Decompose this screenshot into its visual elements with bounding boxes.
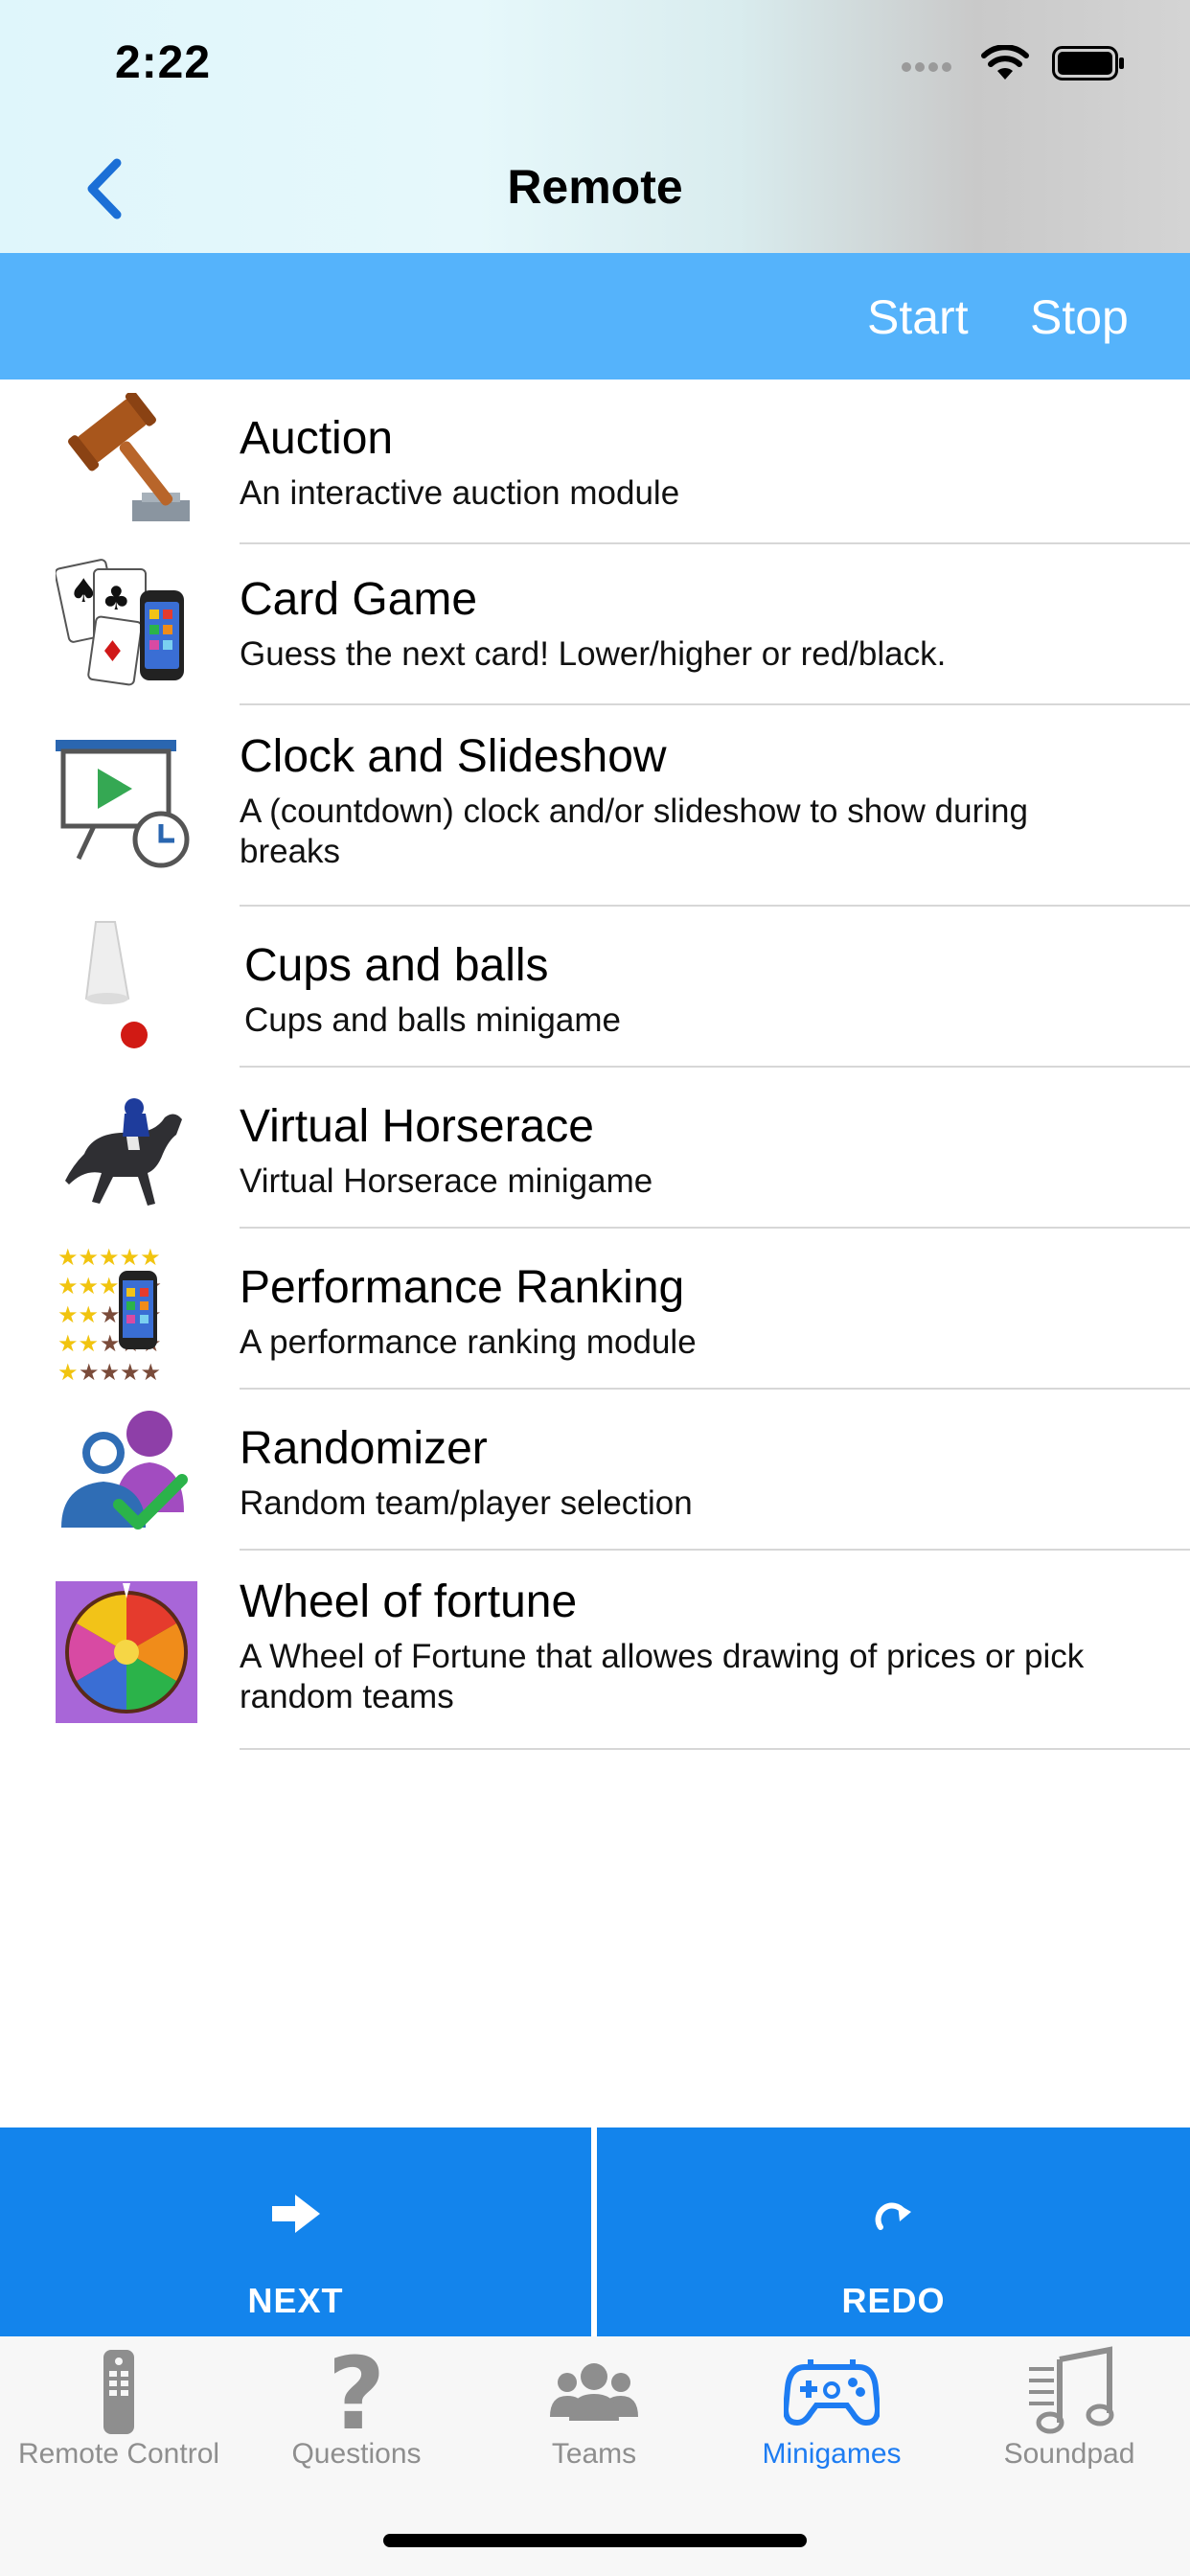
svg-text:★★★★: ★★★★	[79, 1359, 161, 1384]
item-title: Virtual Horserace	[240, 1101, 594, 1152]
cup-ball-icon	[84, 921, 148, 1048]
star-rating-icon: ★★★★★ ★★★★★ ★★★★★ ★★★★★ ★★★★★	[57, 1244, 162, 1384]
item-subtitle: Random team/player selection	[240, 1484, 693, 1522]
home-indicator	[383, 2534, 807, 2547]
row-divider	[240, 1748, 1190, 1750]
list-item-horserace[interactable]: Virtual Horserace Virtual Horserace mini…	[0, 1068, 1190, 1229]
wifi-icon	[981, 45, 1029, 80]
tab-soundpad[interactable]: Soundpad	[950, 2336, 1188, 2499]
item-subtitle: A (countdown) clock and/or slideshow to …	[240, 793, 1028, 870]
status-time: 2:22	[115, 37, 212, 88]
item-subtitle: Cups and balls minigame	[244, 1001, 621, 1039]
list-item-wheel-of-fortune[interactable]: Wheel of fortune A Wheel of Fortune that…	[0, 1551, 1190, 1752]
list-item-randomizer[interactable]: Randomizer Random team/player selection	[0, 1390, 1190, 1551]
navigation-header: 2:22 Remote	[0, 0, 1190, 253]
list-item-card-game[interactable]: ♠ ♣ ♦ Card Game Guess the next card! Low…	[0, 544, 1190, 705]
tab-label: Soundpad	[1003, 2438, 1135, 2470]
tab-teams[interactable]: Teams	[475, 2336, 713, 2499]
svg-text:★★★: ★★★	[57, 1273, 120, 1300]
svg-text:★★: ★★	[57, 1330, 99, 1357]
arrow-right-icon	[272, 2195, 320, 2233]
svg-text:♦: ♦	[100, 635, 126, 669]
tab-minigames[interactable]: Minigames	[713, 2336, 950, 2499]
remote-icon	[103, 2350, 134, 2434]
svg-text:★★★★★: ★★★★★	[57, 1244, 161, 1271]
tab-remote-control[interactable]: Remote Control	[0, 2336, 238, 2499]
svg-text:★★: ★★	[57, 1301, 99, 1328]
action-bar: NEXT REDO	[0, 2128, 1190, 2336]
svg-text:?: ?	[328, 2346, 385, 2436]
item-subtitle: An interactive auction module	[240, 474, 680, 512]
item-title: Auction	[240, 413, 394, 464]
remote-toolbar: Start Stop	[0, 253, 1190, 380]
list-item-auction[interactable]: Auction An interactive auction module	[0, 380, 1190, 544]
music-note-icon	[1029, 2346, 1114, 2434]
svg-text:♣: ♣	[102, 580, 130, 618]
item-subtitle: Virtual Horserace minigame	[240, 1162, 653, 1200]
gamepad-icon	[784, 2359, 880, 2426]
playing-cards-icon: ♠ ♣ ♦	[56, 559, 184, 686]
redo-button[interactable]: REDO	[597, 2128, 1190, 2336]
team-icon	[550, 2363, 638, 2421]
question-mark-icon: ?	[328, 2346, 385, 2436]
item-title: Performance Ranking	[240, 1262, 685, 1313]
list-item-cups-balls[interactable]: Cups and balls Cups and balls minigame	[0, 907, 1190, 1068]
redo-icon	[875, 2202, 911, 2230]
tab-label: Minigames	[762, 2438, 902, 2470]
stop-button[interactable]: Stop	[1030, 289, 1129, 345]
item-title: Randomizer	[240, 1423, 488, 1474]
cellular-signal-icon	[902, 62, 951, 72]
next-label: NEXT	[247, 2281, 344, 2320]
next-button[interactable]: NEXT	[0, 2128, 591, 2336]
item-title: Wheel of fortune	[240, 1576, 578, 1627]
tab-label: Teams	[551, 2438, 637, 2470]
status-icons	[901, 42, 1125, 84]
page-title: Remote	[507, 160, 683, 214]
list-item-clock-slideshow[interactable]: Clock and Slideshow A (countdown) clock …	[0, 705, 1190, 907]
presentation-clock-icon	[56, 740, 190, 868]
fortune-wheel-icon	[56, 1581, 197, 1723]
svg-text:★: ★	[57, 1359, 79, 1384]
racehorse-icon	[65, 1098, 182, 1206]
tab-label: Remote Control	[17, 2438, 220, 2470]
tab-questions[interactable]: ? Questions	[238, 2336, 475, 2499]
item-subtitle: Guess the next card! Lower/higher or red…	[240, 635, 947, 673]
tab-bar: Remote Control ? Questions Teams Minigam…	[0, 2336, 1190, 2576]
start-button[interactable]: Start	[867, 289, 969, 345]
tab-label: Questions	[291, 2438, 422, 2470]
item-subtitle: A performance ranking module	[240, 1323, 697, 1361]
gavel-icon	[68, 393, 190, 521]
item-title: Card Game	[240, 574, 478, 625]
item-title: Clock and Slideshow	[240, 731, 667, 782]
item-title: Cups and balls	[244, 940, 549, 991]
list-item-performance-ranking[interactable]: ★★★★★ ★★★★★ ★★★★★ ★★★★★ ★★★★★ Performanc…	[0, 1229, 1190, 1390]
battery-icon	[1052, 46, 1124, 80]
redo-label: REDO	[841, 2281, 946, 2320]
users-check-icon	[61, 1411, 188, 1530]
item-subtitle: A Wheel of Fortune that allowes drawing …	[240, 1638, 1085, 1715]
